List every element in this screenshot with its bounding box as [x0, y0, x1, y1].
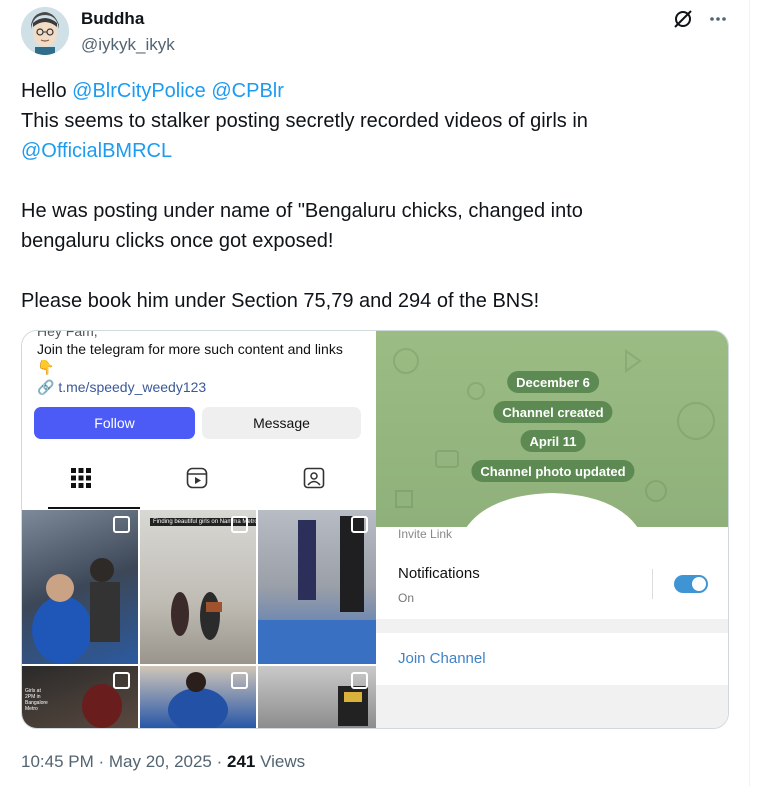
- video-thumbnail: Girls at 2PM in Bangalore Metro: [22, 666, 138, 728]
- channel-info-card: Invite Link Notifications On: [376, 527, 728, 619]
- video-thumbnail: [140, 666, 256, 728]
- telegram-screenshot: December 6 Channel created April 11 Chan…: [376, 331, 728, 728]
- date-pill: December 6: [507, 371, 599, 393]
- video-thumbnail: [258, 510, 376, 664]
- notifications-status: On: [398, 591, 415, 605]
- pointing-down-emoji: 👇: [37, 359, 55, 375]
- tweet-line-3: @OfficialBMRCL: [21, 136, 721, 166]
- reel-icon: [231, 672, 248, 689]
- tweet-media[interactable]: Hey Fam, Join the telegram for more such…: [21, 330, 729, 729]
- reel-icon: [113, 672, 130, 689]
- join-channel-button: Join Channel: [398, 650, 486, 667]
- instagram-screenshot: Hey Fam, Join the telegram for more such…: [22, 331, 376, 728]
- tweet-greeting: Hello: [21, 80, 67, 102]
- grid-icon: [70, 467, 92, 494]
- more-options-icon[interactable]: [708, 9, 728, 34]
- date-pill: April 11: [520, 430, 586, 452]
- grok-icon[interactable]: [672, 8, 694, 35]
- link-icon: 🔗: [37, 379, 55, 395]
- video-thumbnail: [258, 666, 376, 728]
- join-channel-row: Join Channel: [376, 633, 728, 685]
- mention-link[interactable]: @OfficialBMRCL: [21, 140, 172, 162]
- views-count: 241: [227, 752, 256, 771]
- author-handle[interactable]: @iykyk_ikyk: [81, 35, 175, 55]
- service-message: Channel photo updated: [471, 460, 635, 482]
- divider: [652, 569, 653, 599]
- tweet-card: Buddha @iykyk_ikyk Hello @BlrCityPolice …: [0, 0, 750, 786]
- avatar-image: [21, 7, 69, 55]
- tweet-line-6: Please book him under Section 75,79 and …: [21, 290, 540, 312]
- tweet-actions-top: [672, 8, 728, 35]
- mention-link[interactable]: @BlrCityPolice: [72, 80, 206, 102]
- tab-underline: [48, 507, 140, 509]
- reels-icon: [186, 467, 208, 494]
- message-button: Message: [202, 407, 361, 439]
- mention-link[interactable]: @CPBlr: [211, 80, 284, 102]
- avatar[interactable]: [21, 7, 69, 55]
- tweet-date[interactable]: May 20, 2025: [109, 752, 212, 771]
- follow-button: Follow: [34, 407, 195, 439]
- ig-tabs: [22, 455, 376, 509]
- tagged-icon: [303, 467, 325, 494]
- notifications-label: Notifications: [398, 565, 480, 582]
- service-message: Channel created: [493, 401, 613, 423]
- telegram-chat-background: December 6 Channel created April 11 Chan…: [376, 331, 728, 531]
- tweet-time[interactable]: 10:45 PM: [21, 752, 94, 771]
- tweet-line-1: Hello @BlrCityPolice @CPBlr: [21, 76, 721, 106]
- tweet-line-5: bengaluru clicks once got exposed!: [21, 230, 334, 252]
- tweet-meta: 10:45 PM · May 20, 2025 · 241 Views: [21, 752, 306, 771]
- ig-bio-cut: Hey Fam,: [37, 330, 98, 339]
- reel-icon: [231, 516, 248, 533]
- views-label: Views: [260, 752, 306, 771]
- ig-bio-line: Join the telegram for more such content …: [37, 341, 343, 357]
- tweet-line-4: He was posting under name of "Bengaluru …: [21, 200, 583, 222]
- video-thumbnail: [22, 510, 138, 664]
- video-thumbnail: Finding beautiful girls on Namma Metro: [140, 510, 256, 664]
- ig-link-row: 🔗 t.me/speedy_weedy123: [37, 379, 206, 396]
- tweet-line-2: This seems to stalker posting secretly r…: [21, 110, 588, 132]
- notifications-toggle: [674, 575, 708, 593]
- reel-icon: [351, 516, 368, 533]
- thumbnail-caption: Girls at 2PM in Bangalore Metro: [25, 688, 48, 712]
- reel-icon: [113, 516, 130, 533]
- ig-link: t.me/speedy_weedy123: [58, 379, 207, 395]
- author-name[interactable]: Buddha: [81, 9, 144, 29]
- tweet-text: Hello @BlrCityPolice @CPBlr This seems t…: [21, 76, 721, 316]
- invite-link-label: Invite Link: [398, 527, 453, 541]
- reel-icon: [351, 672, 368, 689]
